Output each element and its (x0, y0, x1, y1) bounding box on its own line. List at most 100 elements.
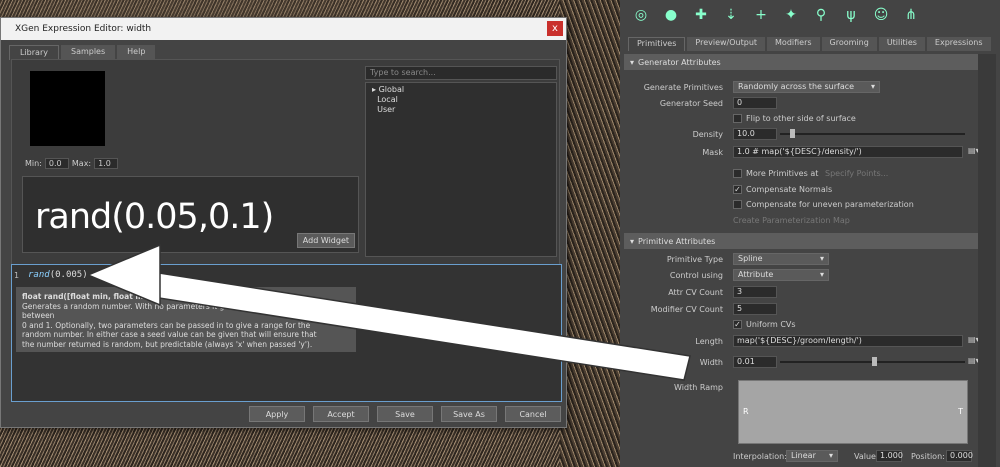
chevron-down-icon: ▾ (828, 451, 833, 460)
cancel-button[interactable]: Cancel (505, 406, 561, 422)
position-label: Position: (911, 452, 945, 461)
modifier-cv-count-label: Modifier CV Count (650, 305, 723, 314)
face-icon[interactable]: ☺ (868, 3, 894, 27)
more-primitives-label: More Primitives at (746, 169, 819, 178)
generator-seed-label: Generator Seed (659, 99, 723, 108)
tab-help[interactable]: Help (117, 45, 156, 60)
dialog-buttons: Apply Accept Save Save As Cancel (249, 406, 561, 422)
length-field[interactable]: map('${DESC}/groom/length/') (733, 335, 963, 347)
position-field[interactable]: 0.000 (946, 450, 973, 462)
sphere-tool-icon[interactable]: ● (658, 3, 684, 27)
select-tool-icon[interactable]: ◎ (628, 3, 654, 27)
library-search-input[interactable]: Type to search... (365, 66, 557, 80)
generator-attributes-header[interactable]: ▾ Generator Attributes (624, 54, 996, 70)
chevron-down-icon: ▾ (819, 254, 824, 263)
density-field[interactable]: 10.0 (733, 128, 777, 140)
control-using-dropdown[interactable]: Attribute ▾ (733, 269, 829, 281)
generate-primitives-dropdown[interactable]: Randomly across the surface ▾ (733, 81, 880, 93)
compensate-uneven-checkbox[interactable] (733, 200, 742, 209)
mask-field[interactable]: 1.0 # map('${DESC}/density/') (733, 146, 963, 158)
library-panel: Min: 0.0 Max: 1.0 rand(0.05,0.1) Add Wid… (11, 59, 560, 269)
tab-modifiers[interactable]: Modifiers (767, 37, 820, 51)
compensate-normals-label: Compensate Normals (746, 185, 833, 194)
tab-preview-output[interactable]: Preview/Output (687, 37, 766, 51)
accept-button[interactable]: Accept (313, 406, 369, 422)
width-ramp-label: Width Ramp (674, 383, 723, 392)
generator-seed-field[interactable]: 0 (733, 97, 777, 109)
uniform-cvs-checkbox[interactable]: ✓ (733, 320, 742, 329)
compensate-normals-checkbox[interactable]: ✓ (733, 185, 742, 194)
save-button[interactable]: Save (377, 406, 433, 422)
doc-line: 0 and 1. Optionally, two parameters can … (22, 320, 311, 330)
big-expression-label: rand(0.05,0.1) (35, 197, 274, 237)
line-number: 1 (14, 271, 20, 280)
tab-grooming[interactable]: Grooming (821, 37, 877, 51)
value-field[interactable]: 1.000 (876, 450, 903, 462)
tree-item-global[interactable]: ▸ Global (372, 85, 550, 95)
move-guide-icon[interactable]: ⇣ (718, 3, 744, 27)
groom-icon[interactable]: ⋔ (898, 3, 924, 27)
add-guide-icon[interactable]: ✚ (688, 3, 714, 27)
interpolation-dropdown[interactable]: Linear ▾ (786, 450, 838, 462)
ramp-tip-marker: T (958, 407, 963, 416)
expression-preview (30, 71, 105, 146)
tab-expressions[interactable]: Expressions (926, 37, 991, 51)
min-label: Min: (25, 159, 42, 168)
modifier-cv-count-field[interactable]: 5 (733, 303, 777, 315)
min-field[interactable]: 0.0 (44, 158, 69, 169)
length-label: Length (695, 337, 723, 346)
doc-line: random number. In either case a seed val… (22, 330, 317, 339)
flip-checkbox[interactable] (733, 114, 742, 123)
dialog-titlebar: XGen Expression Editor: width x (1, 18, 566, 40)
width-label: Width (699, 358, 723, 367)
add-widget-button[interactable]: Add Widget (296, 233, 355, 248)
save-as-button[interactable]: Save As (441, 406, 497, 422)
generate-primitives-label: Generate Primitives (643, 83, 723, 92)
code-function: rand (28, 270, 50, 280)
close-button[interactable]: x (547, 21, 563, 36)
max-field[interactable]: 1.0 (94, 158, 119, 169)
code-editor[interactable]: 1 rand(0.005) float rand([float min, flo… (11, 264, 562, 402)
attribute-scrollbar[interactable] (978, 54, 996, 467)
tab-library[interactable]: Library (9, 45, 59, 60)
primitive-type-dropdown[interactable]: Spline ▾ (733, 253, 829, 265)
viewport-hair-strip (560, 0, 620, 467)
lock-icon[interactable]: ⚲ (808, 3, 834, 27)
width-ramp-graph[interactable]: R T (738, 380, 968, 444)
code-line[interactable]: rand(0.005) (28, 270, 88, 280)
doc-line: the number returned is random, but predi… (22, 339, 313, 349)
tab-utilities[interactable]: Utilities (878, 37, 925, 51)
density-slider[interactable] (780, 133, 965, 135)
cut-guide-icon[interactable]: ψ (838, 3, 864, 27)
attr-cv-count-label: Attr CV Count (668, 288, 723, 297)
tab-primitives[interactable]: Primitives (628, 37, 686, 51)
width-slider-handle[interactable] (872, 357, 877, 366)
density-label: Density (692, 130, 723, 139)
expression-editor-dialog: XGen Expression Editor: width x Library … (0, 17, 567, 428)
tree-item-user[interactable]: User (372, 105, 550, 115)
flip-label: Flip to other side of surface (746, 114, 856, 123)
primitive-attributes-header[interactable]: ▾ Primitive Attributes (624, 233, 996, 249)
value-label: Value: (854, 452, 879, 461)
interpolation-label: Interpolation: (733, 452, 787, 461)
function-tooltip: float rand([float min, float ma Generate… (16, 287, 356, 352)
attr-cv-count-field[interactable]: 3 (733, 286, 777, 298)
tab-samples[interactable]: Samples (60, 45, 116, 60)
chevron-down-icon: ▾ (870, 82, 875, 91)
apply-button[interactable]: Apply (249, 406, 305, 422)
code-args: (0.005) (49, 270, 88, 280)
chevron-down-icon: ▾ (819, 270, 824, 279)
width-field[interactable]: 0.01 (733, 356, 777, 368)
specify-points-button[interactable]: Specify Points... (825, 169, 888, 178)
xgen-toolbar: ◎ ● ✚ ⇣ + ✦ ⚲ ψ ☺ ⋔ (620, 0, 1000, 30)
density-slider-handle[interactable] (790, 129, 795, 138)
lock-guide-icon[interactable]: + (748, 3, 774, 27)
more-primitives-checkbox[interactable] (733, 169, 742, 178)
create-param-map-button[interactable]: Create Parameterization Map (733, 216, 850, 225)
tree-item-local[interactable]: Local (372, 95, 550, 105)
dialog-title: XGen Expression Editor: width (15, 24, 152, 34)
editor-tabs: Library Samples Help (1, 40, 566, 60)
guide-sculpt-icon[interactable]: ✦ (778, 3, 804, 27)
max-label: Max: (71, 159, 92, 168)
library-tree: ▸ Global Local User (365, 82, 557, 257)
